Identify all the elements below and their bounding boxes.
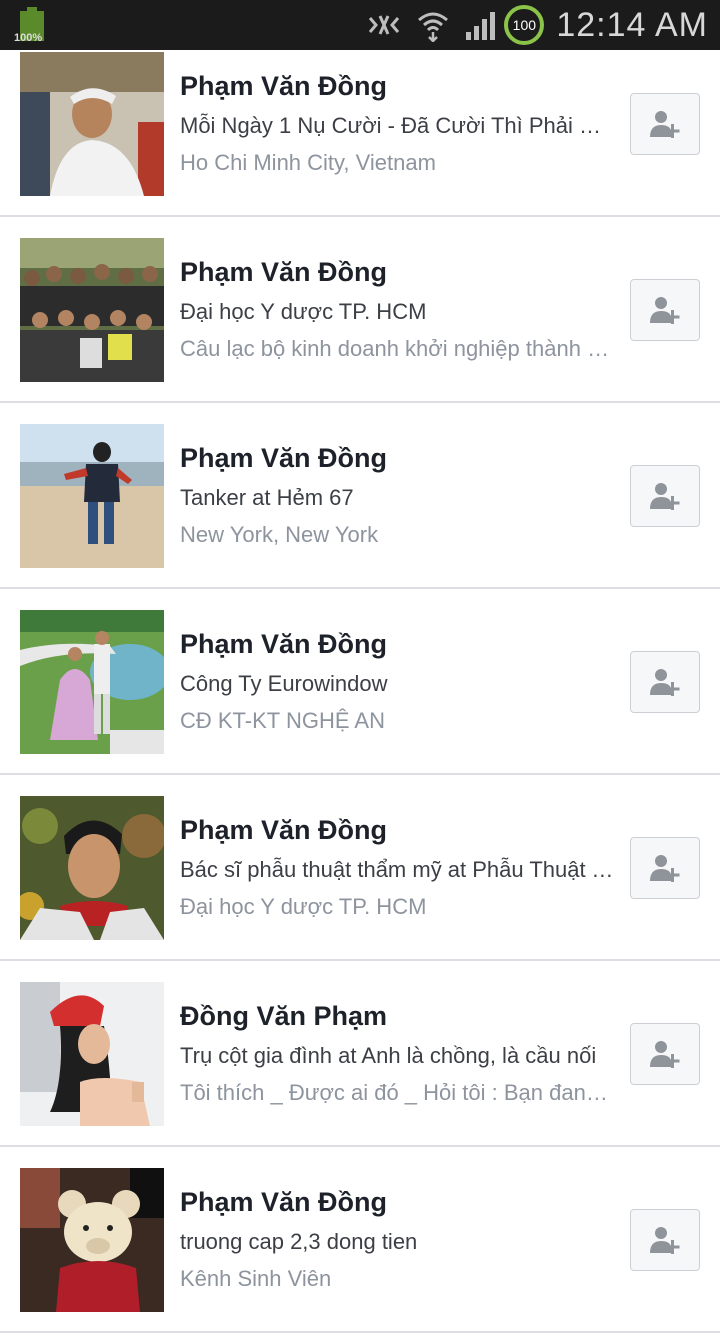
avatar[interactable] — [20, 610, 164, 754]
add-friend-icon — [650, 1041, 680, 1068]
person-name[interactable]: Phạm Văn Đồng — [180, 629, 387, 660]
add-friend-icon — [650, 111, 680, 138]
person-name[interactable]: Phạm Văn Đồng — [180, 815, 387, 846]
list-item[interactable]: Phạm Văn Đồng truong cap 2,3 dong tien K… — [0, 1147, 720, 1333]
clock: 12:14 AM — [556, 5, 708, 44]
add-friend-icon — [650, 669, 680, 696]
person-detail: Đại học Y dược TP. HCM — [180, 299, 427, 324]
add-friend-icon — [650, 297, 680, 324]
person-location: New York, New York — [180, 522, 379, 547]
avatar[interactable] — [20, 238, 164, 382]
person-location: Ho Chi Minh City, Vietnam — [180, 150, 436, 175]
person-detail: Tanker at Hẻm 67 — [180, 485, 354, 510]
person-name[interactable]: Phạm Văn Đồng — [180, 1187, 387, 1218]
person-location: Kênh Sinh Viên — [180, 1266, 332, 1291]
person-detail: Công Ty Eurowindow — [180, 671, 388, 696]
list-item[interactable]: Phạm Văn Đồng Tanker at Hẻm 67 New York,… — [0, 403, 720, 589]
list-item[interactable]: Phạm Văn Đồng Bác sĩ phẫu thuật thẩm mỹ … — [0, 775, 720, 961]
avatar[interactable] — [20, 982, 164, 1126]
add-friend-button[interactable] — [630, 1023, 700, 1085]
person-location: CĐ KT-KT NGHỆ AN — [180, 708, 385, 733]
mute-icon — [369, 15, 400, 35]
person-detail: truong cap 2,3 dong tien — [180, 1229, 418, 1254]
person-detail: Bác sĩ phẫu thuật thẩm mỹ at Phẫu Thuật … — [180, 857, 616, 882]
avatar[interactable] — [20, 424, 164, 568]
battery-ring-icon: 100 — [504, 5, 545, 45]
add-friend-icon — [650, 855, 680, 882]
person-location: Câu lạc bộ kinh doanh khởi nghiệp thành … — [180, 336, 616, 361]
person-detail: Trụ cột gia đình at Anh là chồng, là cầu… — [180, 1043, 597, 1068]
person-location: Đại học Y dược TP. HCM — [180, 894, 427, 919]
person-name[interactable]: Đồng Văn Phạm — [180, 1001, 387, 1032]
add-friend-icon — [650, 483, 680, 510]
battery-percent: 100% — [14, 32, 43, 44]
avatar[interactable] — [20, 796, 164, 940]
person-location: Tôi thích _ Được ai đó _ Hỏi tôi : Bạn đ… — [180, 1080, 616, 1105]
add-friend-icon — [650, 1227, 680, 1254]
avatar[interactable] — [20, 52, 164, 196]
wifi-icon — [418, 12, 449, 42]
add-friend-button[interactable] — [630, 1209, 700, 1271]
avatar[interactable] — [20, 1168, 164, 1312]
person-name[interactable]: Phạm Văn Đồng — [180, 71, 387, 102]
person-name[interactable]: Phạm Văn Đồng — [180, 443, 387, 474]
person-detail: Mỗi Ngày 1 Nụ Cười - Đã Cười Thì Phải Cư… — [180, 113, 616, 138]
status-bar: 100% 100 12:14 AM — [0, 0, 720, 50]
add-friend-button[interactable] — [630, 465, 700, 527]
add-friend-button[interactable] — [630, 651, 700, 713]
list-item[interactable]: Đồng Văn Phạm Trụ cột gia đình at Anh là… — [0, 961, 720, 1147]
person-name[interactable]: Phạm Văn Đồng — [180, 257, 387, 288]
list-item[interactable]: Phạm Văn Đồng Mỗi Ngày 1 Nụ Cười - Đã Cư… — [0, 31, 720, 217]
add-friend-button[interactable] — [630, 93, 700, 155]
list-item[interactable]: Phạm Văn Đồng Đại học Y dược TP. HCM Câu… — [0, 217, 720, 403]
list-item[interactable]: Phạm Văn Đồng Công Ty Eurowindow CĐ KT-K… — [0, 589, 720, 775]
add-friend-button[interactable] — [630, 837, 700, 899]
signal-icon — [466, 12, 496, 40]
add-friend-button[interactable] — [630, 279, 700, 341]
